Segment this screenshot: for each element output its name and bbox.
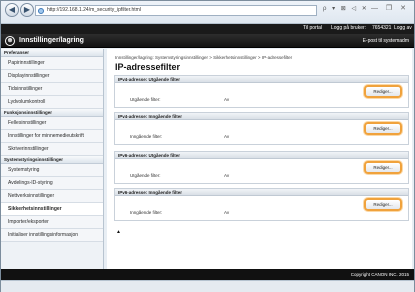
app-title: Innstillinger/lagring — [19, 37, 84, 44]
filter-label: Inngående filter: — [130, 134, 163, 139]
sidebar-item-department-id[interactable]: Avdelings-ID-styring — [1, 177, 103, 190]
section-heading: IPv6-adresse: Utgående filter — [115, 152, 408, 159]
url-text: http://192.168.1.24/m_security_ipfilter.… — [47, 7, 141, 13]
app-header: ⊗ Innstillinger/lagring E-post til syste… — [1, 34, 414, 48]
sidebar: Preferanser Papirinnstillinger Displayin… — [1, 49, 104, 269]
section-heading: IPv4-adresse: Inngående filter — [115, 113, 408, 120]
footer: Copyright CANON INC. 2015 — [1, 269, 414, 280]
edit-ipv6-outgoing-button[interactable]: Rediger... — [364, 161, 402, 174]
sidebar-item-volume[interactable]: Lydvolumkontroll — [1, 96, 103, 109]
filter-value: Av — [224, 210, 230, 215]
filter-label: Utgående filter: — [130, 97, 161, 102]
logout-link[interactable]: Logg av — [394, 25, 412, 31]
filter-label: Inngående filter: — [130, 210, 163, 215]
settings-logo-icon: ⊗ — [5, 36, 15, 46]
breadcrumb: Innstillinger/lagring: Systemstyringsinn… — [115, 55, 293, 60]
sidebar-item-memory-media[interactable]: Innstillinger for minnemedieutskrift — [1, 130, 103, 143]
portal-link[interactable]: Til portal — [303, 25, 322, 31]
browser-window: ◀ ▶ http://192.168.1.24/m_security_ipfil… — [0, 0, 415, 292]
edit-ipv4-outgoing-button[interactable]: Rediger... — [364, 85, 402, 98]
sidebar-item-system-management[interactable]: Systemstyring — [1, 164, 103, 177]
sidebar-item-security[interactable]: Sikkerhetsinnstillinger — [1, 203, 103, 216]
ipv4-outgoing-section: IPv4-adresse: Utgående filter Utgående f… — [114, 75, 409, 108]
sidebar-group-system: Systemstyringsinnstillinger — [1, 156, 103, 164]
filter-value: Av — [224, 173, 230, 178]
sidebar-item-time[interactable]: Tidsinnstillinger — [1, 83, 103, 96]
sidebar-group-functions: Funksjonsinnstillinger — [1, 109, 103, 117]
sidebar-item-paper[interactable]: Papirinnstillinger — [1, 57, 103, 70]
main-content: Innstillinger/lagring: Systemstyringsinn… — [107, 49, 412, 269]
edit-ipv6-incoming-button[interactable]: Rediger... — [364, 198, 402, 211]
forward-icon[interactable]: ▶ — [20, 3, 34, 17]
filter-value: Av — [224, 97, 230, 102]
login-label: Logg på bruker: — [331, 25, 367, 31]
back-icon[interactable]: ◀ — [5, 3, 19, 17]
window-controls[interactable]: — ❐ ✕ — [371, 4, 409, 12]
sidebar-item-import-export[interactable]: Importer/eksporter — [1, 216, 103, 229]
app-topbar: Til portal Logg på bruker: 7654321 Logg … — [1, 24, 414, 34]
sidebar-group-preferences: Preferanser — [1, 49, 103, 57]
sidebar-item-network[interactable]: Nettverksinnstillinger — [1, 190, 103, 203]
browser-toolbar: ◀ ▶ http://192.168.1.24/m_security_ipfil… — [1, 1, 414, 24]
section-heading: IPv4-adresse: Utgående filter — [115, 76, 408, 83]
filter-value: Av — [224, 134, 230, 139]
copyright-text: Copyright CANON INC. 2015 — [350, 272, 409, 277]
browser-status-bar — [1, 280, 414, 292]
ipv6-incoming-section: IPv6-adresse: Inngående filter Inngående… — [114, 188, 409, 221]
edit-ipv4-incoming-button[interactable]: Rediger... — [364, 122, 402, 135]
to-top-icon[interactable]: ▲ — [116, 229, 121, 235]
mail-admin-link[interactable]: E-post til systemadm — [363, 38, 409, 44]
user-id: 7654321 — [372, 25, 392, 31]
filter-label: Utgående filter: — [130, 173, 161, 178]
ipv4-incoming-section: IPv4-adresse: Inngående filter Inngående… — [114, 112, 409, 145]
sidebar-item-common[interactable]: Fellesinnstillinger — [1, 117, 103, 130]
sidebar-item-printer[interactable]: Skriverinnstillinger — [1, 143, 103, 156]
address-bar-icons[interactable]: ρ ▾ ⊠ ◁ ✕ — [323, 5, 369, 12]
sidebar-item-initialize[interactable]: Initialiser innstillingsinformasjon — [1, 229, 103, 242]
address-bar[interactable]: http://192.168.1.24/m_security_ipfilter.… — [35, 5, 317, 16]
ipv6-outgoing-section: IPv6-adresse: Utgående filter Utgående f… — [114, 151, 409, 184]
sidebar-item-display[interactable]: Displayinnstillinger — [1, 70, 103, 83]
page-title: IP-adressefilter — [115, 62, 181, 72]
globe-icon — [38, 8, 44, 14]
section-heading: IPv6-adresse: Inngående filter — [115, 189, 408, 196]
